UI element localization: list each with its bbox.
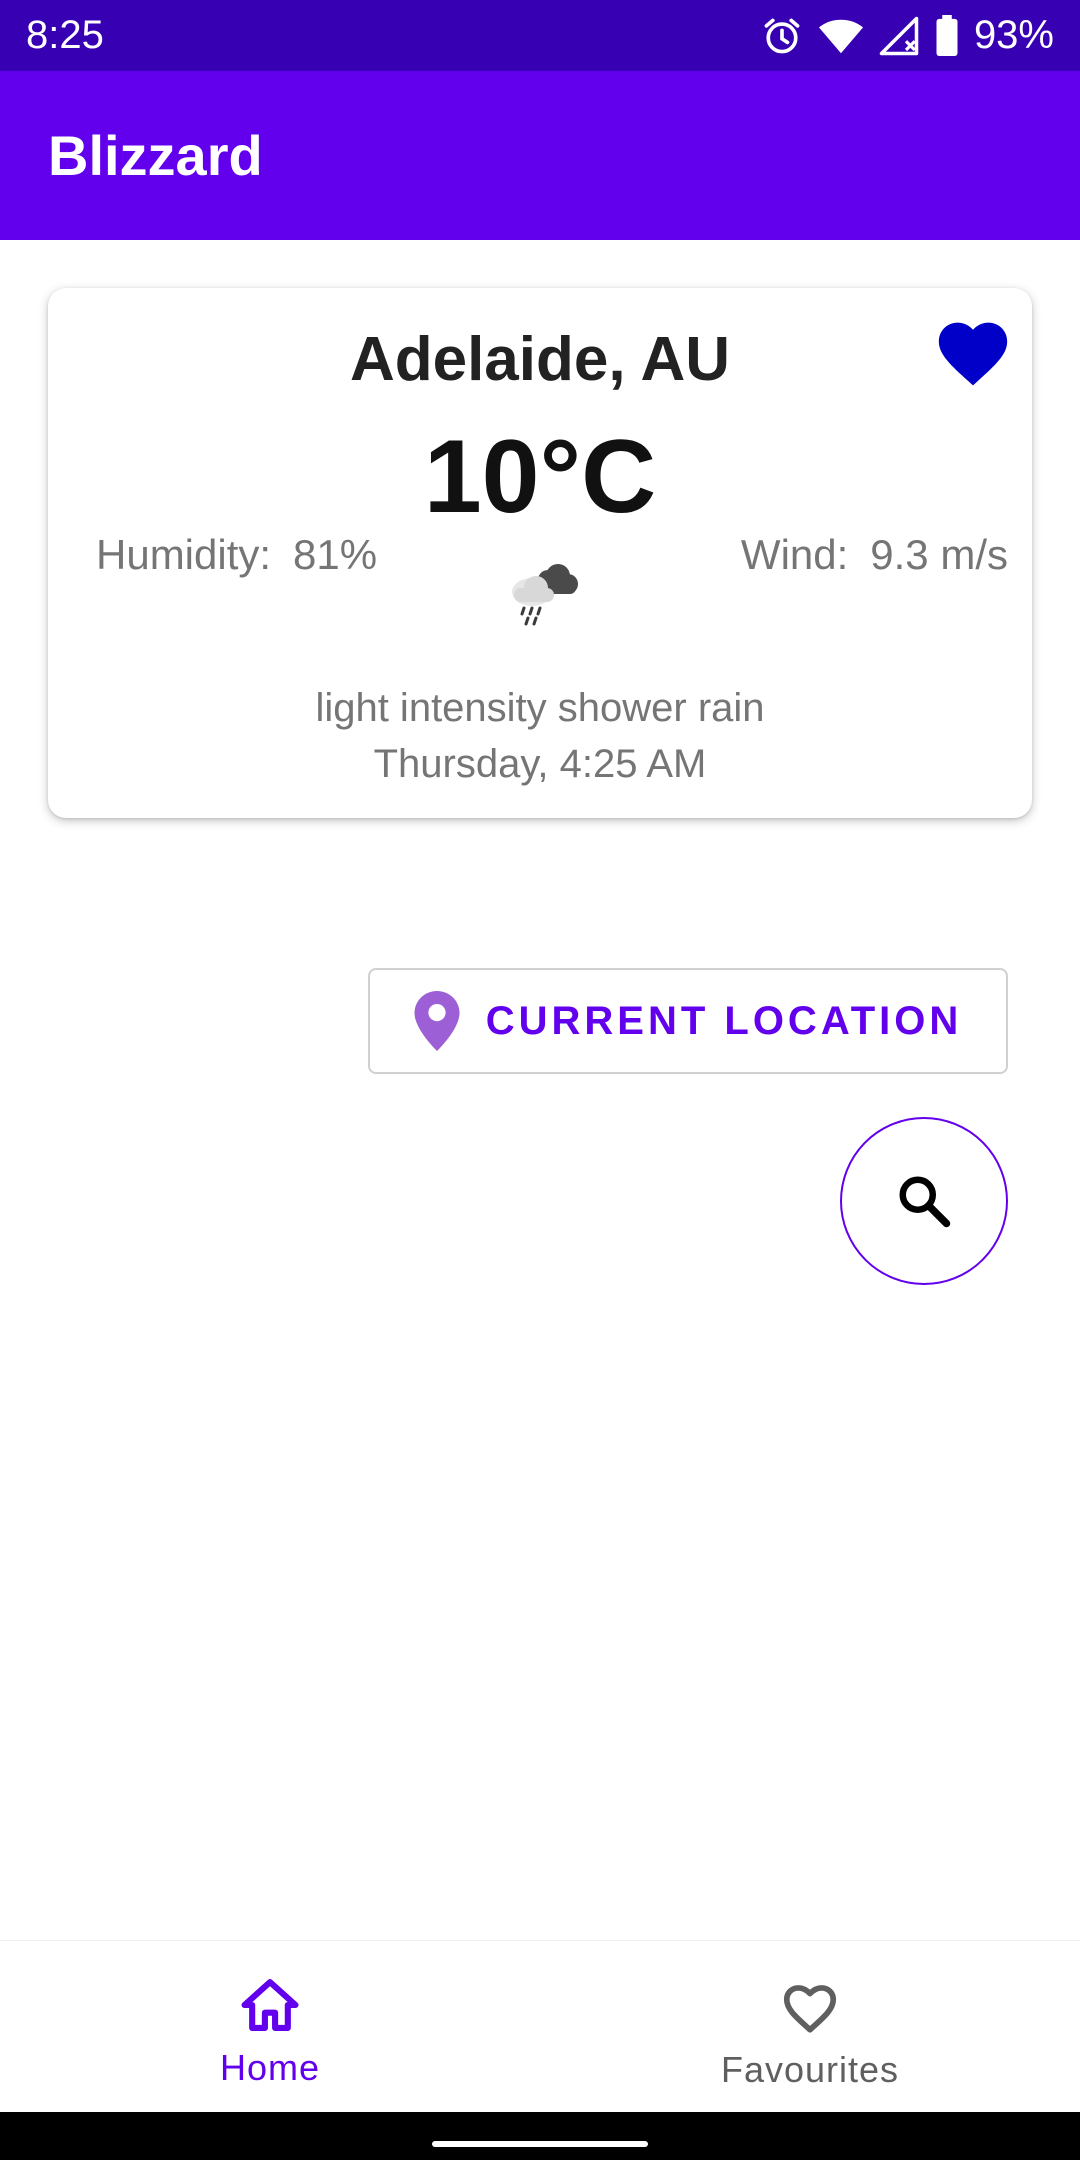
- app-title: Blizzard: [48, 124, 263, 187]
- search-icon: [899, 1176, 951, 1228]
- wind-value: 9.3 m/s: [870, 531, 1008, 578]
- humidity: Humidity: 81%: [96, 531, 377, 579]
- current-location-button[interactable]: CURRENT LOCATION: [368, 968, 1008, 1074]
- app-bar: Blizzard: [0, 71, 1080, 240]
- weather-datetime: Thursday, 4:25 AM: [373, 742, 707, 786]
- wind: Wind: 9.3 m/s: [741, 531, 1008, 579]
- city-name: Adelaide, AU: [349, 325, 731, 394]
- battery-percentage: 93%: [973, 13, 1054, 57]
- status-time: 8:25: [26, 13, 104, 57]
- status-icons: 93%: [760, 13, 1054, 58]
- weather-description: light intensity shower rain: [315, 686, 765, 730]
- temperature: 10°C: [423, 419, 657, 535]
- wifi-icon: [818, 19, 863, 53]
- heart-outline-icon: [783, 1985, 837, 2033]
- humidity-label: Humidity:: [96, 531, 272, 578]
- search-button[interactable]: [840, 1117, 1008, 1285]
- nav-item-home[interactable]: Home: [0, 1941, 540, 2112]
- location-pin-icon: [414, 991, 460, 1051]
- home-gesture-indicator[interactable]: [432, 2141, 648, 2147]
- signal-icon: [879, 16, 919, 55]
- status-bar: 8:25 93%: [0, 0, 1080, 71]
- current-location-label: CURRENT LOCATION: [485, 998, 963, 1043]
- shower-rain-icon: [512, 564, 578, 626]
- bottom-navigation: Home Favourites: [0, 1940, 1080, 2112]
- weather-card: Adelaide, AU 10°C Humidity: 81% Wind: 9.3 …: [48, 288, 1032, 818]
- alarm-icon: [764, 18, 800, 53]
- battery-icon: [936, 14, 958, 56]
- system-navigation-bar: [0, 2112, 1080, 2160]
- home-icon: [241, 1979, 299, 2031]
- nav-label-favourites: Favourites: [720, 2049, 900, 2090]
- humidity-value: 81%: [293, 531, 378, 578]
- nav-label-home: Home: [219, 2047, 321, 2088]
- nav-item-favourites[interactable]: Favourites: [540, 1941, 1080, 2112]
- wind-label: Wind:: [740, 531, 849, 578]
